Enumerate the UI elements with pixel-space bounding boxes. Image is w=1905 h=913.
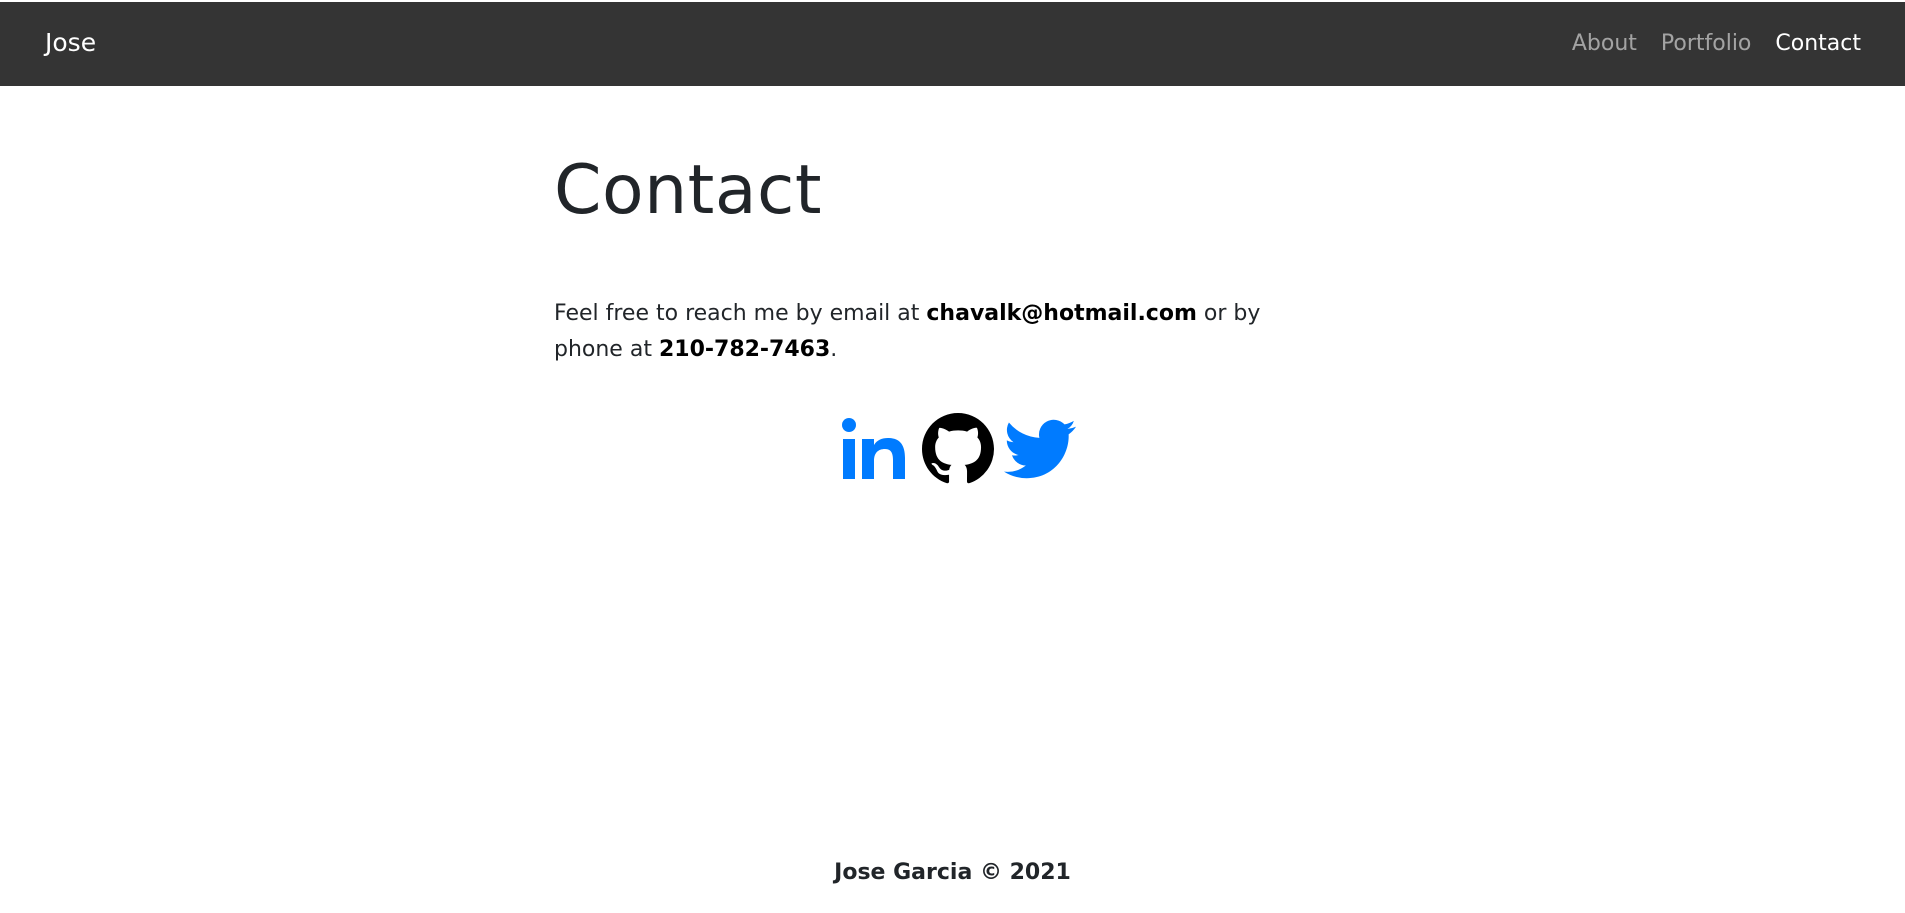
contact-blurb: Feel free to reach me by email at chaval… bbox=[554, 296, 1334, 368]
brand-link[interactable]: Jose bbox=[45, 28, 96, 58]
email-address: chavalk@hotmail.com bbox=[926, 300, 1197, 326]
footer-copyright: Jose Garcia © 2021 bbox=[834, 860, 1071, 885]
blurb-text-3: . bbox=[830, 336, 838, 362]
footer: Jose Garcia © 2021 bbox=[0, 860, 1905, 885]
social-links bbox=[840, 413, 1076, 485]
linkedin-link[interactable] bbox=[840, 413, 912, 485]
nav-link-contact[interactable]: Contact bbox=[1775, 31, 1861, 57]
blurb-text-1: Feel free to reach me by email at bbox=[554, 300, 927, 326]
main-content: Contact Feel free to reach me by email a… bbox=[554, 150, 1334, 368]
phone-number: 210-782-7463 bbox=[658, 336, 831, 362]
nav-link-about[interactable]: About bbox=[1572, 31, 1637, 57]
github-icon bbox=[922, 413, 994, 484]
github-link[interactable] bbox=[922, 413, 994, 485]
twitter-link[interactable] bbox=[1004, 413, 1076, 485]
page-title: Contact bbox=[554, 151, 823, 230]
nav-links: About Portfolio Contact bbox=[1572, 31, 1861, 57]
navbar: Jose About Portfolio Contact bbox=[0, 2, 1905, 86]
nav-link-portfolio[interactable]: Portfolio bbox=[1661, 31, 1752, 57]
twitter-icon bbox=[1004, 419, 1076, 479]
linkedin-icon bbox=[842, 418, 905, 479]
